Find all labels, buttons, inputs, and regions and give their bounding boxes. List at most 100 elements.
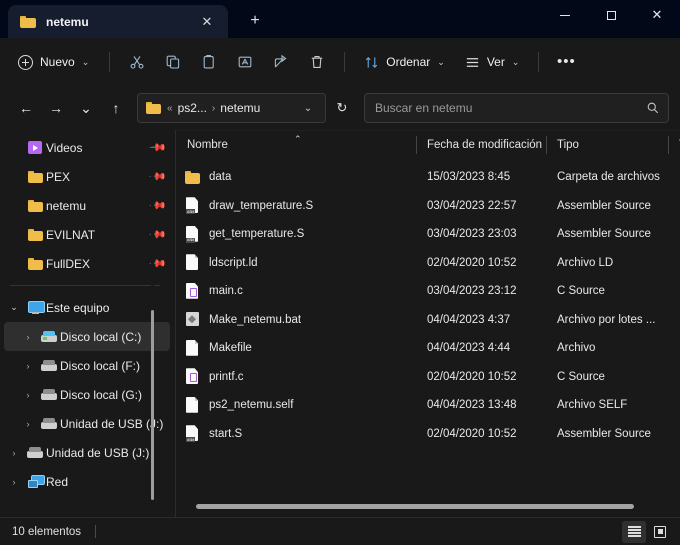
sidebar-item-label: PEX [46, 169, 71, 184]
file-name: data [209, 171, 232, 184]
cut-button[interactable] [120, 47, 154, 77]
assembler-file-icon [185, 226, 200, 243]
folder-icon [20, 15, 36, 28]
column-header-date[interactable]: Fecha de modificación [416, 130, 546, 160]
scissors-icon [130, 56, 144, 69]
table-row[interactable]: draw_temperature.S 03/04/2023 22:57 Asse… [176, 192, 680, 221]
details-view-button[interactable] [622, 520, 646, 543]
chevron-right-icon[interactable]: › [18, 361, 38, 371]
close-window-button[interactable]: ✕ [634, 0, 680, 30]
sidebar-item-unidad-usb-j-root[interactable]: › Unidad de USB (J:) [4, 438, 170, 467]
batch-file-icon [185, 311, 200, 328]
table-row[interactable]: Makefile 04/04/2023 4:44 Archivo [176, 334, 680, 363]
sidebar-item-este-equipo[interactable]: ⌄ Este equipo [4, 293, 170, 322]
status-divider [95, 525, 97, 538]
copy-button[interactable] [156, 47, 190, 77]
c-source-file-icon [185, 283, 200, 300]
sidebar-item-evilnat[interactable]: EVILNAT 📌 [4, 220, 170, 249]
large-icons-view-icon [654, 525, 666, 538]
maximize-button[interactable] [588, 0, 634, 30]
up-button[interactable]: ↑ [101, 93, 131, 123]
share-button[interactable] [264, 47, 298, 77]
chevron-down-icon: ⌄ [437, 56, 445, 67]
paste-button[interactable] [192, 47, 226, 77]
large-icons-view-button[interactable] [648, 521, 672, 543]
status-bar: 10 elementos [0, 517, 680, 545]
breadcrumb-overflow[interactable]: « [167, 103, 173, 114]
new-tab-button[interactable]: + [242, 9, 268, 33]
table-row[interactable]: ps2_netemu.self 04/04/2023 13:48 Archivo… [176, 391, 680, 420]
item-count-label: 10 elementos [12, 525, 82, 538]
assembler-file-icon [185, 197, 200, 215]
sidebar-item-disco-local-g[interactable]: › Disco local (G:) [4, 380, 170, 409]
delete-button[interactable] [300, 47, 334, 77]
sidebar-item-fulldex[interactable]: FullDEX 📌 [4, 249, 170, 278]
sidebar-item-pex[interactable]: PEX 📌 [4, 162, 170, 191]
file-rows: data 15/03/2023 8:45 Carpeta de archivos… [176, 160, 680, 517]
chevron-right-icon[interactable]: › [4, 448, 24, 458]
horizontal-scrollbar-thumb[interactable] [196, 504, 634, 509]
chevron-right-icon[interactable]: › [4, 477, 24, 487]
chevron-right-icon[interactable]: › [18, 419, 38, 429]
recent-locations-button[interactable]: ⌄ [71, 93, 101, 123]
search-input[interactable] [375, 101, 646, 115]
sort-button[interactable]: Ordenar ⌄ [355, 47, 454, 77]
file-date: 15/03/2023 8:45 [427, 171, 511, 184]
command-bar: Nuevo ⌄ Ordenar ⌄ Ver ⌄ ••• [0, 38, 680, 86]
table-row[interactable]: ldscript.ld 02/04/2020 10:52 Archivo LD [176, 249, 680, 278]
view-lines-icon [466, 57, 478, 67]
sidebar-item-videos[interactable]: Videos 📌 [4, 133, 170, 162]
table-row[interactable]: data 15/03/2023 8:45 Carpeta de archivos [176, 163, 680, 192]
file-name: printf.c [209, 370, 244, 383]
table-row[interactable]: printf.c 02/04/2020 10:52 C Source [176, 363, 680, 392]
table-row[interactable]: main.c 03/04/2023 23:12 C Source [176, 277, 680, 306]
toolbar-divider-2 [344, 52, 346, 72]
new-button[interactable]: Nuevo ⌄ [10, 47, 99, 77]
generic-file-icon [185, 340, 200, 357]
file-name: ps2_netemu.self [209, 399, 294, 412]
view-button[interactable]: Ver ⌄ [456, 47, 529, 77]
file-date: 03/04/2023 22:57 [427, 199, 517, 212]
view-label: Ver [486, 55, 505, 69]
rename-button[interactable] [228, 47, 262, 77]
chevron-down-icon[interactable]: ⌄ [4, 302, 24, 313]
table-row[interactable]: Make_netemu.bat 04/04/2023 4:37 Archivo … [176, 306, 680, 335]
chevron-right-icon[interactable]: › [18, 332, 38, 342]
sidebar-divider [10, 285, 160, 286]
folder-icon [146, 102, 161, 114]
network-icon [24, 475, 46, 488]
column-header-type[interactable]: Tipo [546, 130, 668, 160]
breadcrumb-bar[interactable]: « ps2... › netemu ⌄ [137, 93, 326, 123]
tab-netemu[interactable]: netemu ✕ [8, 5, 228, 38]
column-header-size[interactable]: Tam [668, 130, 680, 160]
sidebar-scrollbar-thumb[interactable] [151, 310, 154, 500]
table-row[interactable]: start.S 02/04/2020 10:52 Assembler Sourc… [176, 420, 680, 449]
sidebar-item-label: EVILNAT [46, 227, 96, 242]
videos-icon [24, 141, 46, 154]
sidebar-item-unidad-usb-j[interactable]: › Unidad de USB (J:) [4, 409, 170, 438]
file-type: Assembler Source [557, 199, 651, 212]
column-header-name[interactable]: Nombre ⌃ [176, 130, 416, 160]
sidebar-item-disco-local-f[interactable]: › Disco local (F:) [4, 351, 170, 380]
more-options-button[interactable]: ••• [549, 47, 583, 77]
file-name-cell: Makefile [176, 340, 416, 357]
search-box[interactable] [364, 93, 669, 123]
refresh-button[interactable]: ↻ [328, 93, 356, 123]
address-bar: ← → ⌄ ↑ « ps2... › netemu ⌄ ↻ [0, 86, 680, 130]
folder-icon [185, 170, 200, 184]
file-list-pane: Nombre ⌃ Fecha de modificación Tipo Tam … [176, 130, 680, 517]
back-button[interactable]: ← [11, 93, 41, 123]
minimize-button[interactable] [542, 0, 588, 30]
forward-button[interactable]: → [41, 93, 71, 123]
chevron-right-icon[interactable]: › [18, 390, 38, 400]
sidebar-item-netemu[interactable]: netemu 📌 [4, 191, 170, 220]
breadcrumb-item-2[interactable]: netemu [220, 101, 260, 115]
sidebar-item-red[interactable]: › Red [4, 467, 170, 496]
chevron-down-icon[interactable]: ⌄ [297, 96, 319, 120]
new-button-label: Nuevo [40, 55, 75, 69]
sidebar-item-disco-local-c[interactable]: › Disco local (C:) [4, 322, 170, 351]
chevron-down-icon: ⌄ [81, 56, 90, 67]
close-tab-icon[interactable]: ✕ [194, 10, 220, 34]
breadcrumb-item-1[interactable]: ps2... [178, 101, 207, 115]
table-row[interactable]: get_temperature.S 03/04/2023 23:03 Assem… [176, 220, 680, 249]
